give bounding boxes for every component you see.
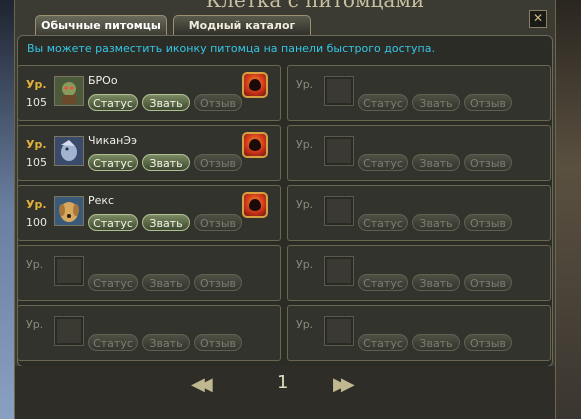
bird-pet-icon[interactable] bbox=[54, 136, 84, 166]
level-label: Ур. bbox=[26, 78, 47, 91]
status-button[interactable]: Статус bbox=[358, 334, 408, 351]
recall-button[interactable]: Отзыв bbox=[194, 154, 242, 171]
recall-button[interactable]: Отзыв bbox=[464, 334, 512, 351]
summon-button[interactable]: Звать bbox=[412, 274, 460, 291]
level-label: Ур. bbox=[296, 138, 314, 151]
pet-cage-window: Клетка с питомцами ✕ Обычные питомцы Мод… bbox=[14, 0, 556, 419]
double-right-arrow-icon[interactable]: ▶▶ bbox=[333, 374, 355, 395]
recall-button[interactable]: Отзыв bbox=[194, 274, 242, 291]
level-label: Ур. bbox=[26, 198, 47, 211]
window-title: Клетка с питомцами bbox=[205, 0, 425, 12]
pet-skill-icon[interactable] bbox=[242, 192, 268, 218]
level-label: Ур. bbox=[26, 258, 44, 271]
status-button[interactable]: Статус bbox=[88, 274, 138, 291]
pet-slot-7: Ур. Статус Звать Отзыв bbox=[17, 245, 281, 301]
tab-fashion-catalog[interactable]: Модный каталог bbox=[173, 15, 311, 36]
info-text: Вы можете разместить иконку питомца на п… bbox=[27, 42, 435, 55]
status-button[interactable]: Статус bbox=[88, 94, 138, 111]
level-label: Ур. bbox=[26, 138, 47, 151]
status-button[interactable]: Статус bbox=[358, 274, 408, 291]
empty-pet-icon[interactable] bbox=[54, 316, 84, 346]
summon-button[interactable]: Звать bbox=[142, 274, 190, 291]
pet-slot-8: Ур. Статус Звать Отзыв bbox=[287, 245, 551, 301]
level-label: Ур. bbox=[26, 318, 44, 331]
tab-regular-pets[interactable]: Обычные питомцы bbox=[35, 15, 167, 36]
pet-name: ЧиканЭэ bbox=[88, 134, 137, 147]
page-number: 1 bbox=[277, 372, 289, 393]
pet-slot-4: Ур. Статус Звать Отзыв bbox=[287, 125, 551, 181]
level-label: Ур. bbox=[296, 198, 314, 211]
level-label: Ур. bbox=[296, 258, 314, 271]
close-icon[interactable]: ✕ bbox=[529, 10, 547, 28]
pet-level: 105 bbox=[26, 156, 47, 169]
pet-slot-6: Ур. Статус Звать Отзыв bbox=[287, 185, 551, 241]
status-button[interactable]: Статус bbox=[358, 154, 408, 171]
pet-slot-1: Ур. 105 БРОо Статус Звать Отзыв bbox=[17, 65, 281, 121]
empty-pet-icon[interactable] bbox=[324, 256, 354, 286]
status-button[interactable]: Статус bbox=[88, 334, 138, 351]
empty-pet-icon[interactable] bbox=[324, 316, 354, 346]
empty-pet-icon[interactable] bbox=[54, 256, 84, 286]
empty-pet-icon[interactable] bbox=[324, 196, 354, 226]
pet-slot-3: Ур. 105 ЧиканЭэ Статус Звать Отзыв bbox=[17, 125, 281, 181]
pet-slot-10: Ур. Статус Звать Отзыв bbox=[287, 305, 551, 361]
summon-button[interactable]: Звать bbox=[412, 154, 460, 171]
recall-button[interactable]: Отзыв bbox=[464, 154, 512, 171]
summon-button[interactable]: Звать bbox=[142, 334, 190, 351]
summon-button[interactable]: Звать bbox=[142, 214, 190, 231]
pet-level: 105 bbox=[26, 96, 47, 109]
pet-name: Рекс bbox=[88, 194, 115, 207]
recall-button[interactable]: Отзыв bbox=[464, 214, 512, 231]
recall-button[interactable]: Отзыв bbox=[194, 334, 242, 351]
dog-pet-icon[interactable] bbox=[54, 196, 84, 226]
pet-name: БРОо bbox=[88, 74, 118, 87]
recall-button[interactable]: Отзыв bbox=[194, 214, 242, 231]
pet-slot-9: Ур. Статус Звать Отзыв bbox=[17, 305, 281, 361]
status-button[interactable]: Статус bbox=[358, 214, 408, 231]
recall-button[interactable]: Отзыв bbox=[464, 94, 512, 111]
status-button[interactable]: Статус bbox=[88, 154, 138, 171]
status-button[interactable]: Статус bbox=[88, 214, 138, 231]
summon-button[interactable]: Звать bbox=[412, 334, 460, 351]
pet-level: 100 bbox=[26, 216, 47, 229]
summon-button[interactable]: Звать bbox=[142, 94, 190, 111]
summon-button[interactable]: Звать bbox=[412, 214, 460, 231]
summon-button[interactable]: Звать bbox=[412, 94, 460, 111]
pet-skill-icon[interactable] bbox=[242, 72, 268, 98]
pet-skill-icon[interactable] bbox=[242, 132, 268, 158]
empty-pet-icon[interactable] bbox=[324, 76, 354, 106]
status-button[interactable]: Статус bbox=[358, 94, 408, 111]
pet-slot-2: Ур. Статус Звать Отзыв bbox=[287, 65, 551, 121]
background-left bbox=[0, 0, 14, 419]
orc-pet-icon[interactable] bbox=[54, 76, 84, 106]
level-label: Ур. bbox=[296, 78, 314, 91]
recall-button[interactable]: Отзыв bbox=[464, 274, 512, 291]
level-label: Ур. bbox=[296, 318, 314, 331]
empty-pet-icon[interactable] bbox=[324, 136, 354, 166]
recall-button[interactable]: Отзыв bbox=[194, 94, 242, 111]
double-left-arrow-icon[interactable]: ◀◀ bbox=[191, 374, 213, 395]
pet-slot-5: Ур. 100 Рекс Статус Звать Отзыв bbox=[17, 185, 281, 241]
summon-button[interactable]: Звать bbox=[142, 154, 190, 171]
